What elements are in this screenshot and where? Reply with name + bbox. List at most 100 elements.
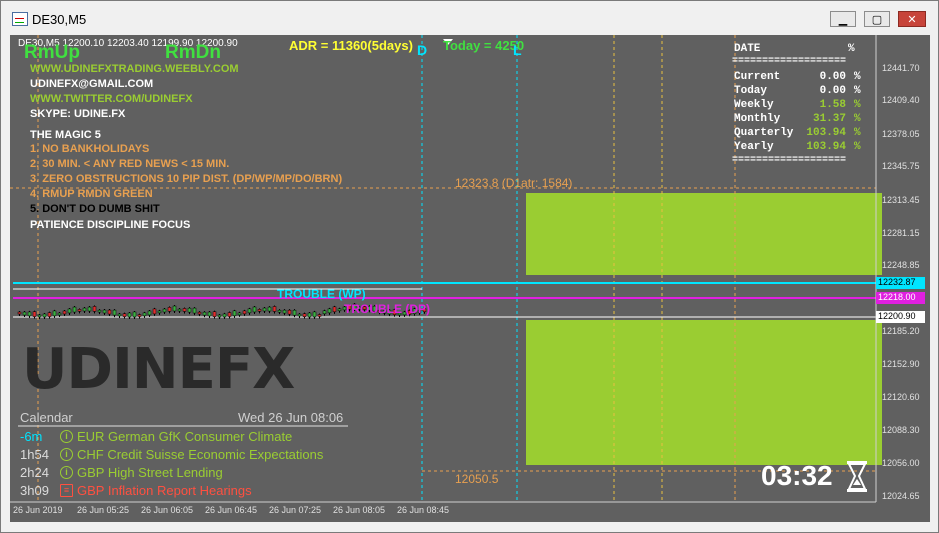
stats-row-label: Weekly <box>734 99 774 111</box>
maximize-button[interactable]: ▢ <box>864 11 890 27</box>
candle <box>292 309 297 316</box>
candle <box>32 311 37 317</box>
bar-countdown: 03:32 <box>761 460 833 491</box>
document-icon: ≡ <box>60 484 73 497</box>
event-title[interactable]: GBP High Street Lending <box>77 465 223 480</box>
candle <box>92 306 97 312</box>
motto: PATIENCE DISCIPLINE FOCUS <box>30 219 191 231</box>
candle <box>37 314 42 318</box>
stats-row-value: 1.58 <box>819 99 846 111</box>
magic-rule: 4. RMUP RMDN GREEN <box>30 188 153 200</box>
candle <box>97 309 102 313</box>
magic-rule: 1. NO BANKHOLIDAYS <box>30 143 150 155</box>
candle <box>207 311 212 317</box>
candle <box>327 308 332 314</box>
candle <box>212 311 217 317</box>
chart-area[interactable]: DE30,M5 12200.10 12203.40 12199.90 12200… <box>10 35 930 522</box>
price-tick-label: 12281.15 <box>882 228 920 238</box>
magic-rule: 3. ZERO OBSTRUCTIONS 10 PIP DIST. (DP/WP… <box>30 173 343 185</box>
event-title[interactable]: CHF Credit Suisse Economic Expectations <box>77 447 323 462</box>
price-tick-label: 12056.00 <box>882 458 920 468</box>
current-price-tag: 12200.90 <box>878 311 916 321</box>
info-line: SKYPE: UDINE.FX <box>30 108 126 120</box>
candle <box>117 313 122 317</box>
cyan-price-tag: 12232.87 <box>878 277 916 287</box>
candle <box>197 311 202 315</box>
time-tick-label: 26 Jun 06:05 <box>141 505 194 515</box>
price-tick-label: 12185.20 <box>882 326 920 336</box>
candle <box>192 307 197 314</box>
candle <box>337 308 342 312</box>
candle <box>87 306 92 312</box>
candle <box>42 313 47 318</box>
candle <box>227 312 232 317</box>
atr-low-label: 12050.5 <box>455 472 499 486</box>
candle <box>102 309 107 314</box>
candle <box>77 309 82 312</box>
atr-high-label: 12323.8 (D1atr: 1584) <box>455 176 573 190</box>
candle <box>127 312 132 318</box>
candle <box>257 309 262 312</box>
candle <box>202 311 207 316</box>
price-tick-label: 12409.40 <box>882 95 920 105</box>
maximize-icon: ▢ <box>871 12 883 26</box>
upper-target-zone <box>526 193 882 275</box>
candle <box>157 310 162 314</box>
stats-row-unit: % <box>854 113 861 125</box>
close-button[interactable]: ✕ <box>898 11 926 27</box>
time-tick-label: 26 Jun 08:05 <box>333 505 386 515</box>
magic-title: THE MAGIC 5 <box>30 129 101 141</box>
magenta-price-tag: 12218.00 <box>878 292 916 302</box>
minimize-button[interactable]: ▁ <box>830 11 856 27</box>
calendar-title: Calendar <box>20 410 73 425</box>
candle <box>182 308 187 312</box>
stats-row-unit: % <box>854 127 861 139</box>
candle <box>67 308 72 314</box>
price-tick-label: 12152.90 <box>882 359 920 369</box>
terminal-window: DE30,M5 ▁ ▢ ✕ DE30,M5 12200.10 12203.40 … <box>0 0 939 533</box>
info-line: UDINEFX@GMAIL.COM <box>30 78 154 90</box>
event-time: -6m <box>20 429 43 444</box>
stats-separator-bottom: =================== <box>732 155 847 166</box>
event-title[interactable]: EUR German GfK Consumer Climate <box>77 429 292 444</box>
candle <box>272 306 277 312</box>
candle <box>237 312 242 316</box>
candle <box>72 306 77 313</box>
candle <box>222 313 227 318</box>
info-icon: i <box>60 430 73 443</box>
candle <box>177 308 182 312</box>
stats-row-label: Monthly <box>734 113 781 125</box>
info-line: WWW.UDINEFXTRADING.WEEBLY.COM <box>30 63 239 75</box>
info-icon: i <box>60 466 73 479</box>
rmup-label: RmUp <box>24 42 80 63</box>
stats-row-label: Current <box>734 71 781 83</box>
time-tick-label: 26 Jun 07:25 <box>269 505 322 515</box>
candle <box>57 312 62 316</box>
calendar-datetime: Wed 26 Jun 08:06 <box>238 410 344 425</box>
price-tick-label: 12120.60 <box>882 392 920 402</box>
price-tick-label: 12378.05 <box>882 129 920 139</box>
candle <box>27 311 32 317</box>
time-tick-label: 26 Jun 08:45 <box>397 505 450 515</box>
stats-header-pct: % <box>848 43 855 55</box>
london-marker: L <box>513 42 522 58</box>
candle <box>167 307 172 312</box>
candle <box>282 309 287 314</box>
price-tick-label: 12088.30 <box>882 425 920 435</box>
stats-row-value: 31.37 <box>812 113 846 125</box>
candle <box>242 310 247 315</box>
candle <box>252 306 257 313</box>
brand-logo: UDINEFX <box>22 337 295 402</box>
price-tick-label: 12345.75 <box>882 161 920 171</box>
event-title[interactable]: GBP Inflation Report Hearings <box>77 483 252 498</box>
title-bar[interactable]: DE30,M5 ▁ ▢ ✕ <box>1 1 938 35</box>
magic-rule: 5. DON'T DO DUMB SHIT <box>30 203 160 215</box>
stats-header-date: DATE <box>734 43 761 55</box>
candle <box>317 314 322 317</box>
candle <box>152 308 157 315</box>
candle <box>307 312 312 318</box>
stats-row-unit: % <box>854 141 861 153</box>
price-tick-label: 12024.65 <box>882 491 920 501</box>
candle <box>47 312 52 317</box>
rmdn-label: RmDn <box>165 42 221 63</box>
